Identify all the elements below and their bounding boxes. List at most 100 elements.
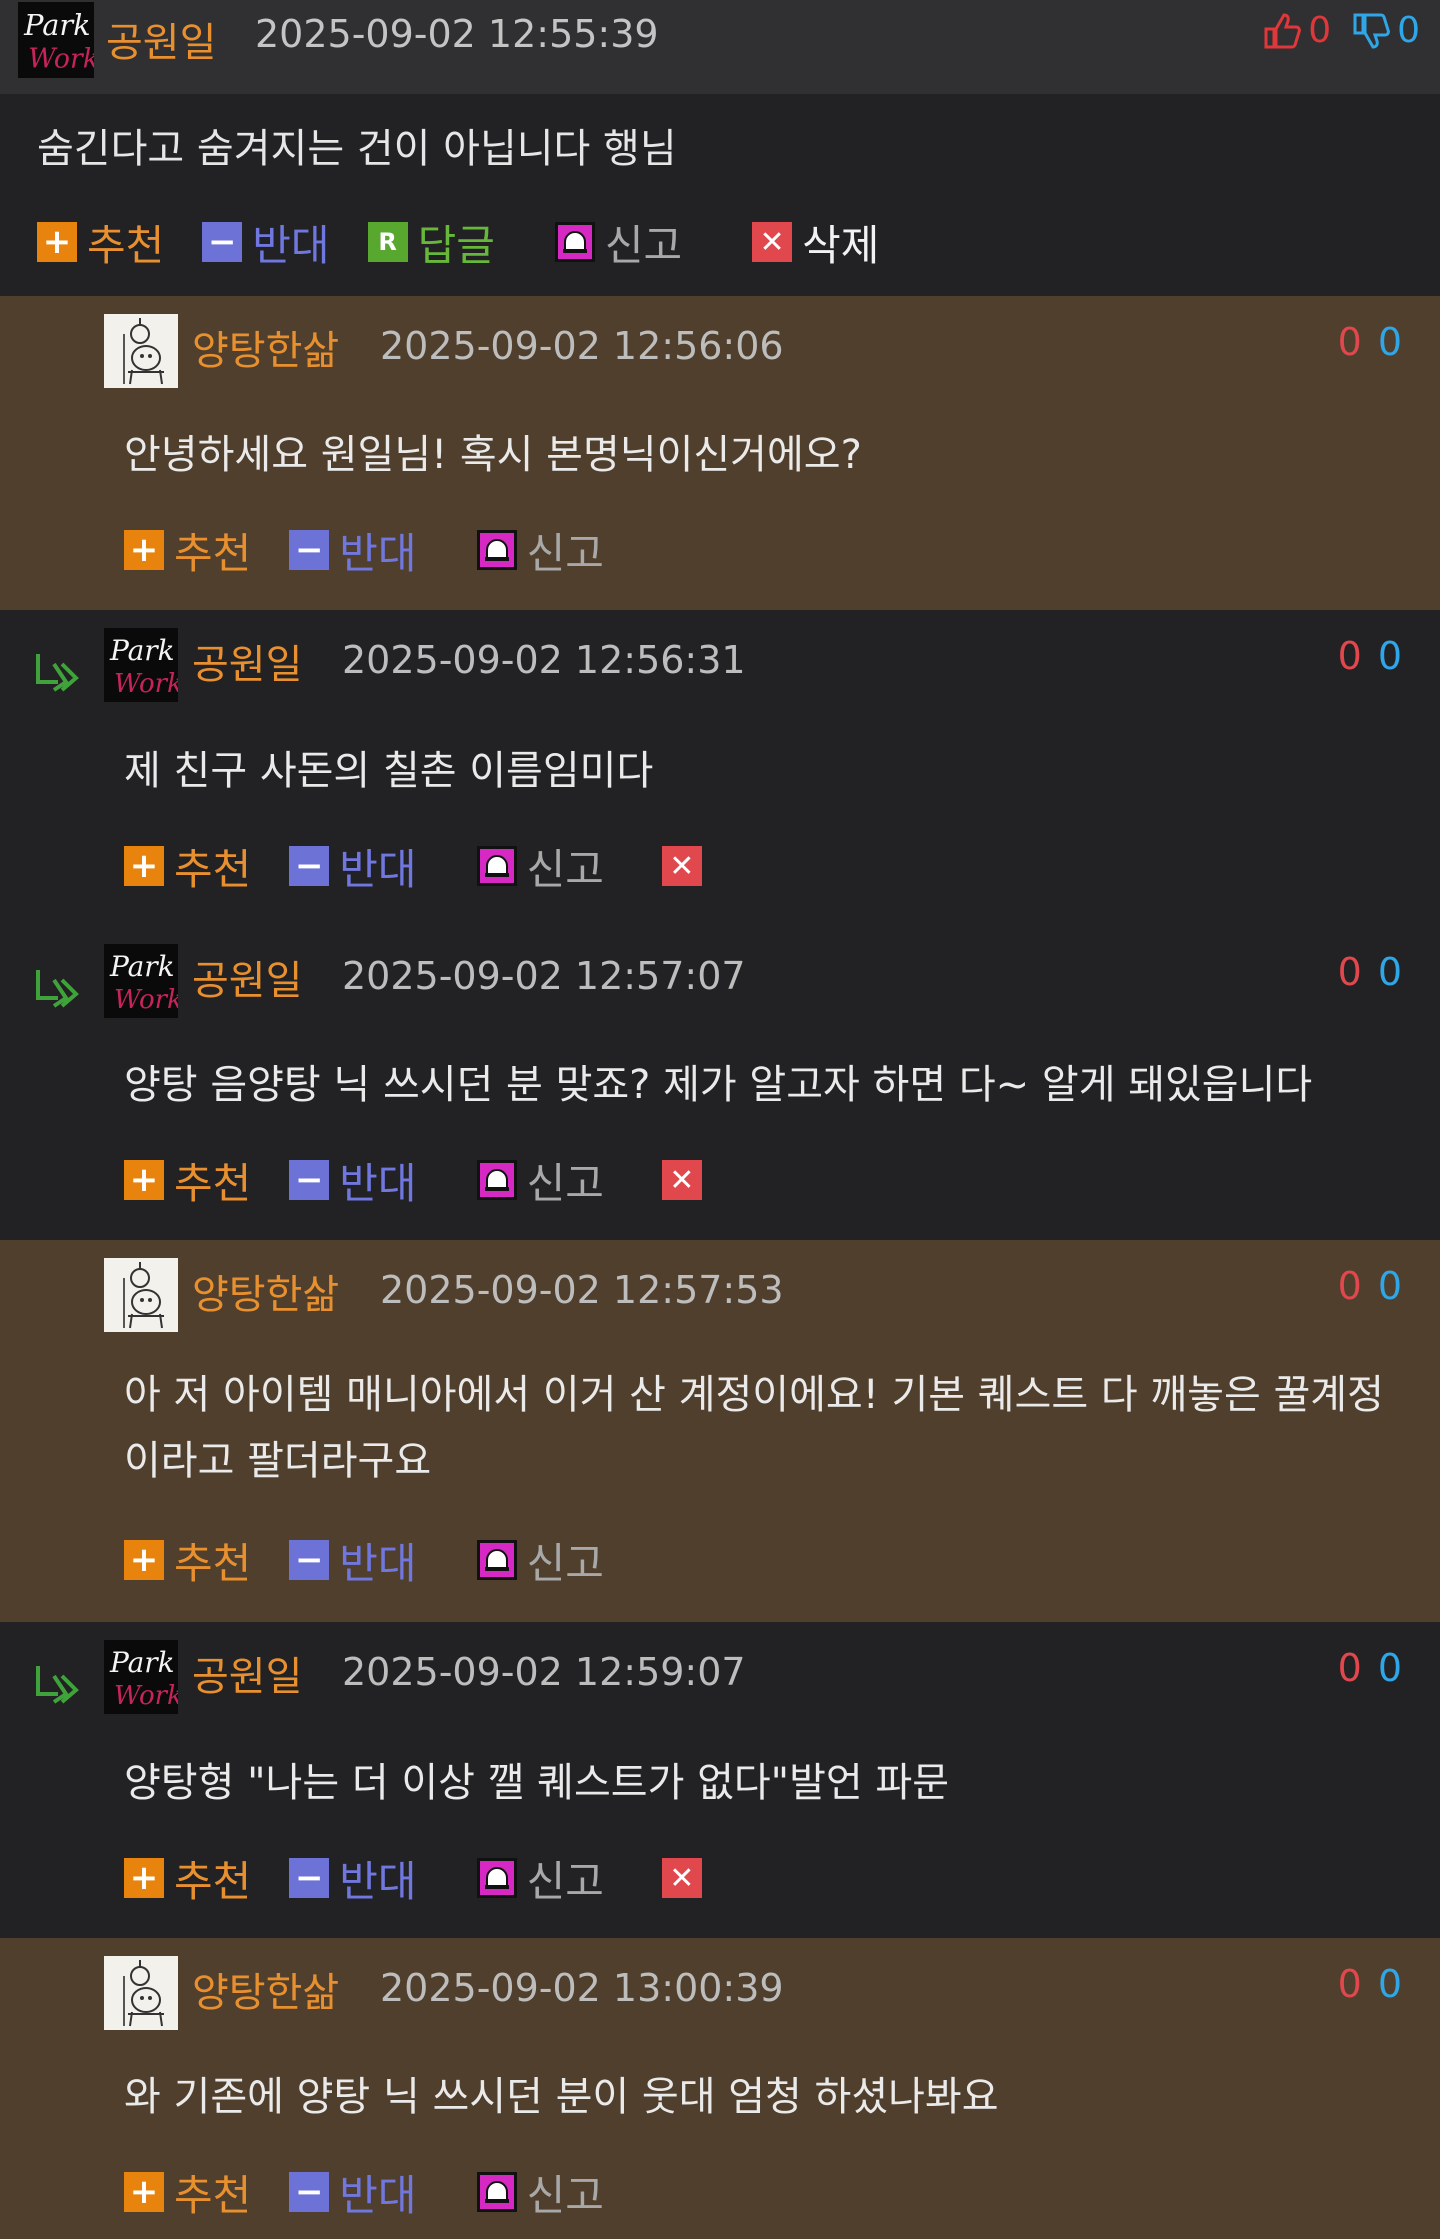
- plus-icon: +: [124, 1540, 164, 1580]
- vote-summary: 0 0: [1338, 1962, 1402, 2006]
- up-count[interactable]: 0: [1338, 950, 1362, 994]
- thumbs-up-icon[interactable]: [1262, 11, 1302, 51]
- avatar[interactable]: Park Work: [104, 1640, 183, 1718]
- siren-icon: [476, 1540, 517, 1580]
- comment-text: 양탕 음양탕 닉 쓰시던 분 맞죠? 제가 알고자 하면 다~ 알게 돼있읍니다: [124, 1062, 1313, 1108]
- report-button[interactable]: 신고: [476, 2162, 604, 2223]
- plus-icon: +: [124, 530, 164, 570]
- action-bar: + 추천 − 반대 신고: [124, 1530, 642, 1590]
- minus-icon: −: [202, 222, 243, 262]
- oppose-button[interactable]: − 반대: [202, 212, 330, 273]
- up-count[interactable]: 0: [1338, 1264, 1362, 1308]
- comment-item: 양탕한삶 2025-09-02 12:57:53 0 0 아 저 아이템 매니아…: [0, 1240, 1440, 1622]
- down-count[interactable]: 0: [1378, 1646, 1402, 1690]
- vote-summary: 0 0: [1262, 10, 1420, 51]
- comment-item: Park Work 공원일 2025-09-02 12:57:07 0 0 양탕 …: [0, 926, 1440, 1240]
- timestamp: 2025-09-02 12:57:53: [380, 1268, 784, 1312]
- down-count[interactable]: 0: [1378, 1264, 1402, 1308]
- report-button[interactable]: 신고: [476, 1530, 604, 1591]
- avatar[interactable]: Park Work: [18, 2, 99, 82]
- svg-text:Park: Park: [109, 634, 175, 667]
- plus-icon: +: [37, 222, 77, 262]
- minus-icon: −: [289, 1160, 330, 1200]
- timestamp: 2025-09-02 12:56:06: [380, 324, 784, 368]
- action-bar: + 추천 − 반대 신고 ✕: [124, 836, 750, 896]
- up-count[interactable]: 0: [1338, 1962, 1362, 2006]
- avatar[interactable]: Park Work: [104, 944, 183, 1022]
- avatar[interactable]: [104, 1956, 178, 2034]
- report-button[interactable]: 신고: [476, 1150, 604, 1211]
- timestamp: 2025-09-02 13:00:39: [380, 1966, 784, 2010]
- timestamp: 2025-09-02 12:55:39: [255, 12, 659, 56]
- reply-arrow-icon: [36, 654, 79, 692]
- comment-item: Park Work 공원일 2025-09-02 12:56:31 0 0 제 친…: [0, 610, 1440, 926]
- author-nick[interactable]: 양탕한삶: [192, 1960, 339, 2018]
- recommend-button[interactable]: + 추천: [37, 212, 164, 273]
- delete-button[interactable]: ✕: [661, 1160, 712, 1200]
- minus-icon: −: [289, 1858, 330, 1898]
- report-button[interactable]: 신고: [476, 520, 604, 581]
- plus-icon: +: [124, 846, 164, 886]
- author-nick[interactable]: 양탕한삶: [192, 318, 339, 376]
- minus-icon: −: [289, 846, 330, 886]
- author-nick[interactable]: 공원일: [192, 1644, 302, 1702]
- svg-text:Work: Work: [114, 669, 178, 699]
- oppose-button[interactable]: − 반대: [289, 1150, 417, 1211]
- oppose-button[interactable]: − 반대: [289, 836, 417, 897]
- avatar[interactable]: Park Work: [104, 628, 183, 706]
- svg-text:Park: Park: [23, 8, 90, 42]
- oppose-button[interactable]: − 반대: [289, 1530, 417, 1591]
- comment-thread: Park Work 공원일 2025-09-02 12:55:39 0 0 숨긴…: [0, 0, 1440, 2239]
- up-count[interactable]: 0: [1338, 634, 1362, 678]
- siren-icon: [476, 530, 517, 570]
- down-count[interactable]: 0: [1378, 634, 1402, 678]
- siren-icon: [554, 222, 595, 262]
- thumbs-down-icon[interactable]: [1351, 11, 1391, 51]
- oppose-button[interactable]: − 반대: [289, 2162, 417, 2223]
- svg-text:Work: Work: [114, 1681, 178, 1711]
- author-nick[interactable]: 양탕한삶: [192, 1262, 339, 1320]
- report-button[interactable]: 신고: [476, 1848, 604, 1909]
- delete-button[interactable]: ✕: [661, 846, 712, 886]
- action-bar: + 추천 − 반대 신고 ✕: [124, 1848, 750, 1908]
- timestamp: 2025-09-02 12:59:07: [342, 1650, 746, 1694]
- oppose-button[interactable]: − 반대: [289, 1848, 417, 1909]
- siren-icon: [476, 846, 517, 886]
- close-icon: ✕: [661, 1160, 702, 1200]
- recommend-button[interactable]: + 추천: [124, 1150, 251, 1211]
- action-bar: + 추천 − 반대 신고 ✕: [124, 1150, 750, 1210]
- comment-item: Park Work 공원일 2025-09-02 12:59:07 0 0 양탕형…: [0, 1622, 1440, 1938]
- timestamp: 2025-09-02 12:56:31: [342, 638, 746, 682]
- author-nick[interactable]: 공원일: [106, 10, 216, 68]
- comment-text: 아 저 아이템 매니아에서 이거 산 계정이에요! 기본 퀘스트 다 깨놓은 꿀…: [124, 1372, 1384, 1484]
- author-nick[interactable]: 공원일: [192, 632, 302, 690]
- report-button[interactable]: 신고: [554, 212, 682, 273]
- delete-button[interactable]: ✕: [661, 1858, 712, 1898]
- avatar[interactable]: [104, 314, 178, 392]
- up-count[interactable]: 0: [1338, 1646, 1362, 1690]
- recommend-button[interactable]: + 추천: [124, 2162, 251, 2223]
- recommend-button[interactable]: + 추천: [124, 1848, 251, 1909]
- vote-summary: 0 0: [1338, 634, 1402, 678]
- timestamp: 2025-09-02 12:57:07: [342, 954, 746, 998]
- recommend-button[interactable]: + 추천: [124, 1530, 251, 1591]
- reply-button[interactable]: R 답글: [367, 212, 495, 273]
- minus-icon: −: [289, 530, 330, 570]
- up-count[interactable]: 0: [1338, 320, 1362, 364]
- down-count[interactable]: 0: [1378, 950, 1402, 994]
- author-nick[interactable]: 공원일: [192, 948, 302, 1006]
- report-button[interactable]: 신고: [476, 836, 604, 897]
- siren-icon: [476, 1858, 517, 1898]
- comment-item: 양탕한삶 2025-09-02 12:56:06 0 0 안녕하세요 원일님! …: [0, 296, 1440, 610]
- recommend-button[interactable]: + 추천: [124, 520, 251, 581]
- recommend-button[interactable]: + 추천: [124, 836, 251, 897]
- comment-text: 안녕하세요 원일님! 혹시 본명닉이신거에오?: [124, 432, 862, 478]
- oppose-button[interactable]: − 반대: [289, 520, 417, 581]
- down-count[interactable]: 0: [1378, 320, 1402, 364]
- close-icon: ✕: [661, 1858, 702, 1898]
- vote-summary: 0 0: [1338, 1646, 1402, 1690]
- avatar[interactable]: [104, 1258, 178, 1336]
- plus-icon: +: [124, 2172, 164, 2212]
- down-count[interactable]: 0: [1378, 1962, 1402, 2006]
- delete-button[interactable]: ✕ 삭제: [752, 212, 879, 273]
